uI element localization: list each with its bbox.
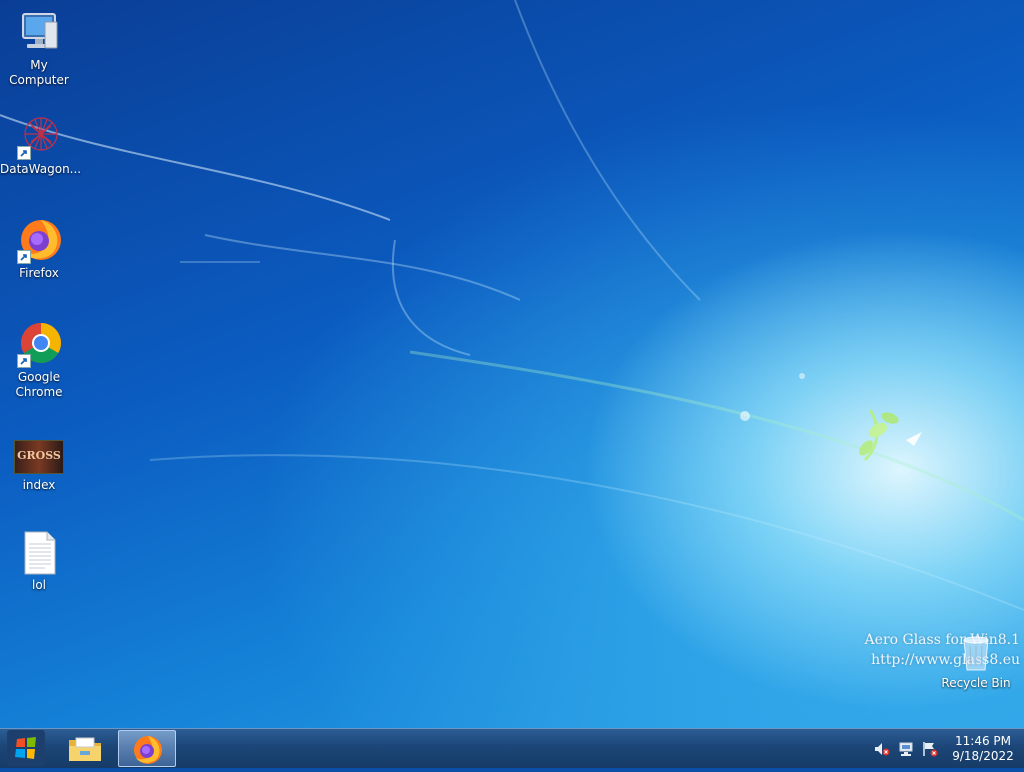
desktop: My Computer DataWagon... Firefox Google … (0, 0, 1024, 728)
chrome-icon (15, 320, 63, 368)
desktop-icon-label: lol (31, 578, 46, 592)
recycle-bin-icon (958, 632, 994, 672)
desktop-icon-firefox[interactable]: Firefox (0, 216, 78, 281)
computer-icon (15, 8, 63, 56)
desktop-icon-recycle-bin[interactable]: Recycle Bin (936, 632, 1016, 691)
action-center-flag-icon[interactable] (922, 741, 938, 757)
desktop-icon-label: Google Chrome (15, 370, 63, 399)
desktop-icon-label: Firefox (19, 266, 59, 280)
taskbar-firefox-button[interactable] (118, 730, 176, 767)
clock-date: 9/18/2022 (952, 749, 1014, 763)
taskbar: 11:46 PM 9/18/2022 (0, 728, 1024, 768)
leaf-graphic (859, 409, 899, 462)
taskbar-file-explorer-button[interactable] (56, 730, 114, 767)
desktop-icon-index[interactable]: GROSS index (0, 440, 78, 493)
firefox-icon (15, 216, 63, 264)
start-orb-icon (7, 730, 45, 766)
desktop-icon-label: My Computer (9, 58, 69, 87)
shortcut-arrow-icon (17, 354, 31, 368)
file-explorer-icon (69, 737, 101, 761)
taskbar-clock[interactable]: 11:46 PM 9/18/2022 (948, 734, 1018, 764)
desktop-icon-google-chrome[interactable]: Google Chrome (0, 320, 78, 400)
system-tray (870, 729, 942, 769)
volume-muted-icon[interactable] (874, 741, 890, 757)
datawagon-icon (15, 112, 63, 160)
image-thumbnail-icon: GROSS (14, 440, 64, 474)
desktop-icon-datawagon[interactable]: DataWagon... (0, 112, 82, 177)
start-button[interactable] (0, 729, 54, 769)
wallpaper-swoosh (0, 0, 1024, 611)
clock-time: 11:46 PM (955, 734, 1011, 748)
network-icon[interactable] (898, 741, 914, 757)
text-document-icon (15, 528, 63, 576)
shortcut-arrow-icon (17, 250, 31, 264)
shortcut-arrow-icon (17, 146, 31, 160)
desktop-icon-label: DataWagon... (0, 162, 82, 176)
desktop-icon-lol[interactable]: lol (0, 528, 78, 593)
desktop-icon-my-computer[interactable]: My Computer (0, 8, 78, 88)
desktop-icon-label: Recycle Bin (941, 676, 1011, 690)
thumbnail-text: GROSS (17, 449, 61, 462)
firefox-icon (134, 736, 162, 764)
desktop-icon-label: index (22, 478, 56, 492)
